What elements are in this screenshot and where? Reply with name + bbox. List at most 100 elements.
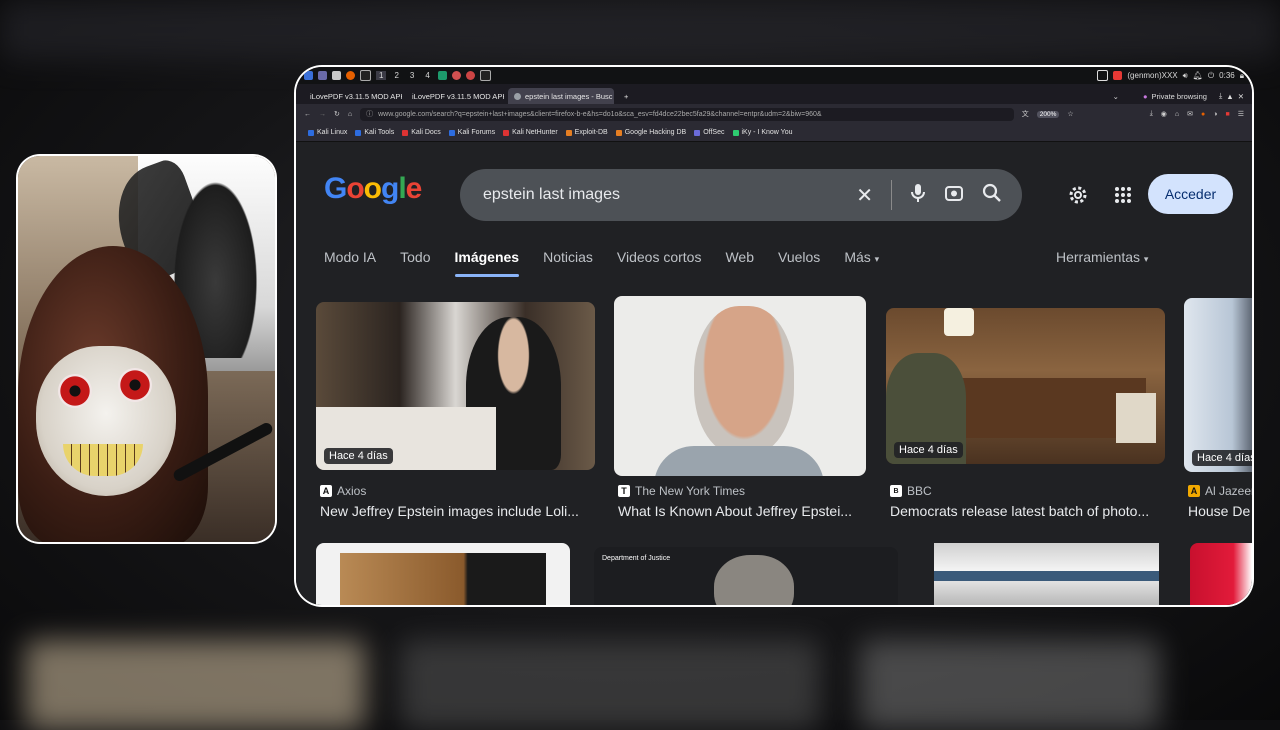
bookmark-kali-docs[interactable]: Kali Docs <box>402 129 441 136</box>
result-image-8[interactable] <box>1190 543 1252 605</box>
app-icon[interactable] <box>451 71 461 80</box>
forward-icon[interactable]: → <box>319 111 326 118</box>
workspace-2[interactable]: 2 <box>391 71 401 80</box>
result-image-3[interactable]: Hace 4 días <box>886 308 1165 464</box>
translate-icon[interactable]: 文 <box>1022 109 1029 119</box>
close-window-icon[interactable]: ✕ <box>1238 92 1244 101</box>
filter-flights[interactable]: Vuelos <box>778 249 820 277</box>
webcam-overlay <box>18 156 275 542</box>
nytimes-icon: T <box>618 485 630 497</box>
settings-gear-icon[interactable] <box>1066 183 1090 212</box>
maximize-icon[interactable]: ▲ <box>1226 92 1233 101</box>
photo-caption: Department of Justice <box>602 555 671 562</box>
workspace-4[interactable]: 4 <box>422 71 432 80</box>
filter-all[interactable]: Todo <box>400 249 430 277</box>
result-image-7[interactable] <box>934 543 1159 605</box>
chevron-down-icon[interactable]: ⌄ <box>1113 92 1119 101</box>
bookmark-kali-tools[interactable]: Kali Tools <box>355 129 394 136</box>
app-icon[interactable] <box>479 70 491 81</box>
filter-ai-mode[interactable]: Modo IA <box>324 249 376 277</box>
browser-window: 1 2 3 4 (genmon)XXX 🔊︎ 🔔︎ ⏻ 0:36 🔒︎ iLov… <box>296 67 1252 605</box>
caret-down-icon: ▾ <box>874 254 880 264</box>
terminal-icon[interactable] <box>360 70 371 81</box>
google-favicon-icon <box>514 92 521 100</box>
desktop-icon[interactable] <box>318 71 327 80</box>
result-title[interactable]: House De <box>1188 503 1252 519</box>
bell-icon[interactable]: 🔔︎ <box>1193 71 1203 80</box>
bookmark-kali-linux[interactable]: Kali Linux <box>308 129 347 136</box>
result-image-5[interactable] <box>316 543 570 605</box>
volume-icon[interactable]: 🔊︎ <box>1183 71 1188 81</box>
extension-icon[interactable]: ✉ <box>1187 110 1193 118</box>
filter-web[interactable]: Web <box>725 249 754 277</box>
extension-icon[interactable]: ■ <box>1225 111 1229 118</box>
bookmark-star-icon[interactable]: ☆ <box>1067 110 1073 118</box>
power-icon[interactable]: ⏻ <box>1208 71 1214 81</box>
tab-ilovepdf-1[interactable]: iLovePDF v3.11.5 MOD APK ✕ <box>304 88 402 104</box>
result-title[interactable]: What Is Known About Jeffrey Epstei... <box>618 503 868 519</box>
bookmarks-bar: Kali Linux Kali Tools Kali Docs Kali For… <box>296 124 1252 142</box>
bookmark-kali-forums[interactable]: Kali Forums <box>448 129 495 136</box>
kali-menu-icon[interactable] <box>304 71 313 80</box>
app-icon[interactable] <box>437 71 447 80</box>
bookmark-iky[interactable]: iKy - I Know You <box>732 129 792 136</box>
filter-news[interactable]: Noticias <box>543 249 593 277</box>
sign-in-button[interactable]: Acceder <box>1148 174 1233 214</box>
filter-short-videos[interactable]: Videos cortos <box>617 249 702 277</box>
firefox-icon[interactable] <box>346 71 355 80</box>
tools-menu[interactable]: Herramientas ▾ <box>1056 249 1148 265</box>
aljazeera-icon: A <box>1188 485 1200 497</box>
extension-icon[interactable]: ◉ <box>1161 110 1167 118</box>
extension-icon[interactable]: ◑ <box>1213 111 1217 118</box>
lens-camera-icon[interactable] <box>944 183 964 208</box>
files-icon[interactable] <box>332 71 341 80</box>
google-logo[interactable]: Google <box>324 172 422 206</box>
filter-images[interactable]: Imágenes <box>454 249 519 277</box>
home-icon[interactable]: ⌂ <box>348 111 352 118</box>
menu-icon[interactable]: ☰ <box>1238 110 1244 118</box>
result-source[interactable]: B BBC <box>890 484 932 498</box>
workspace-3[interactable]: 3 <box>407 71 417 80</box>
genmon-icon <box>1113 71 1123 80</box>
app-icon[interactable] <box>465 71 475 80</box>
site-info-icon[interactable]: ⓘ <box>366 109 373 119</box>
microphone-icon[interactable] <box>910 183 926 208</box>
result-source[interactable]: AAl Jazeera <box>1188 484 1252 498</box>
photo-face <box>694 306 794 456</box>
tab-google-search[interactable]: epstein last images - Busc ✕ <box>508 88 614 104</box>
extension-icon[interactable]: ● <box>1201 111 1205 118</box>
bookmark-offsec[interactable]: OffSec <box>694 129 725 136</box>
tab-title: iLovePDF v3.11.5 MOD APK <box>310 91 402 101</box>
tab-ilovepdf-2[interactable]: iLovePDF v3.11.5 MOD APK ✕ <box>406 88 504 104</box>
address-bar[interactable]: ⓘ www.google.com/search?q=epstein+last+i… <box>360 107 1014 121</box>
bookmark-google-hacking-db[interactable]: Google Hacking DB <box>615 129 686 136</box>
apps-grid-icon[interactable] <box>1114 186 1132 209</box>
photo-shirt <box>654 446 824 476</box>
minimize-icon[interactable]: ⤓ <box>1219 91 1222 101</box>
extension-icon[interactable]: ⌂ <box>1175 111 1179 118</box>
ghdb-icon <box>615 129 622 136</box>
date-badge: Hace 4 días <box>1192 450 1252 466</box>
workspace-1[interactable]: 1 <box>376 71 387 80</box>
result-image-6[interactable]: Department of Justice <box>594 547 898 605</box>
result-image-4[interactable]: Hace 4 días <box>1184 298 1252 472</box>
screen-icon[interactable] <box>1097 70 1109 81</box>
new-tab-button[interactable]: + <box>618 88 638 104</box>
tab-title: iLovePDF v3.11.5 MOD APK <box>412 91 504 101</box>
reload-icon[interactable]: ↻ <box>334 110 340 118</box>
result-image-1[interactable]: Hace 4 días <box>316 302 595 470</box>
result-image-2[interactable] <box>614 296 866 476</box>
search-icon[interactable] <box>982 183 1002 208</box>
bookmark-exploit-db[interactable]: Exploit-DB <box>565 129 608 136</box>
result-title[interactable]: New Jeffrey Epstein images include Loli.… <box>320 503 595 519</box>
downloads-icon[interactable]: ⤓ <box>1150 110 1153 118</box>
search-input[interactable] <box>481 185 855 205</box>
zoom-badge[interactable]: 200% <box>1036 110 1060 118</box>
result-source[interactable]: A Axios <box>320 484 366 498</box>
clear-icon[interactable]: ✕ <box>856 183 873 208</box>
result-title[interactable]: Democrats release latest batch of photo.… <box>890 503 1165 519</box>
result-source[interactable]: T The New York Times <box>618 484 745 498</box>
back-icon[interactable]: ← <box>304 111 311 118</box>
filter-more[interactable]: Más ▾ <box>844 249 879 277</box>
bookmark-kali-nethunter[interactable]: Kali NetHunter <box>503 129 558 136</box>
